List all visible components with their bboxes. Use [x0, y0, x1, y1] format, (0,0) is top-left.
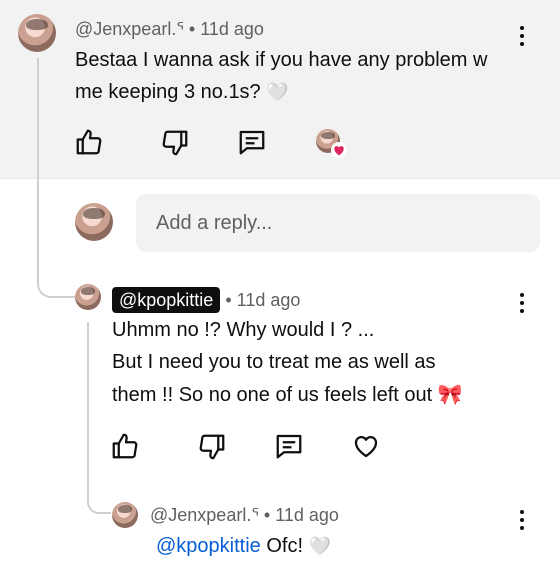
reply-placeholder: Add a reply...	[156, 212, 273, 234]
creator-username-badge[interactable]: @kpopkittie	[112, 287, 221, 313]
username[interactable]: @Jenxpearl.ᕐ	[150, 505, 259, 525]
white-heart-emoji: 🤍	[266, 82, 289, 103]
reply-line: But I need you to treat me as well as	[112, 351, 436, 373]
more-options-icon[interactable]	[510, 24, 534, 48]
reply-text: Uhmm no !? Why would I ? ... But I need …	[112, 314, 463, 411]
timestamp: 11d ago	[200, 19, 264, 39]
mention-link[interactable]: @kpopkittie	[156, 535, 261, 557]
reply-text: @kpopkittie Ofc! 🤍	[156, 535, 332, 557]
comment-line: me keeping 3 no.1s? 🤍	[75, 81, 289, 103]
thread-line	[37, 58, 39, 284]
separator: •	[188, 19, 196, 39]
avatar[interactable]	[112, 502, 138, 528]
dislike-icon[interactable]	[160, 128, 190, 158]
timestamp: 11d ago	[236, 290, 301, 310]
heart-icon[interactable]	[351, 431, 381, 461]
like-icon[interactable]	[74, 127, 104, 157]
ribbon-emoji: 🎀	[437, 382, 463, 406]
avatar[interactable]	[18, 14, 56, 52]
comment-text: Bestaa I wanna ask if you have any probl…	[75, 44, 487, 109]
timestamp: 11d ago	[275, 505, 339, 525]
reply-input[interactable]: Add a reply...	[136, 194, 540, 252]
reply-meta: @Jenxpearl.ᕐ • 11d ago	[150, 505, 339, 526]
more-options-icon[interactable]	[510, 508, 534, 532]
reply-line: them !! So no one of us feels left out 🎀	[112, 382, 463, 406]
dislike-icon[interactable]	[197, 432, 227, 462]
reply-meta: @kpopkittie • 11d ago	[112, 287, 300, 313]
like-icon[interactable]	[110, 431, 140, 461]
thread-line	[87, 322, 89, 492]
avatar[interactable]	[75, 284, 101, 310]
heart-badge-icon	[331, 142, 347, 158]
current-user-avatar	[75, 203, 113, 241]
thread-line-curve	[87, 480, 111, 514]
reply-icon[interactable]	[274, 431, 304, 461]
section-divider	[0, 178, 560, 179]
white-heart-emoji: 🤍	[308, 536, 332, 557]
more-options-icon[interactable]	[510, 291, 534, 315]
reply-line: Uhmm no !? Why would I ? ...	[112, 319, 375, 341]
comment-meta: @Jenxpearl.ᕐ • 11d ago	[75, 19, 264, 40]
separator: •	[225, 290, 232, 310]
username[interactable]: @Jenxpearl.ᕐ	[75, 19, 184, 39]
reply-icon[interactable]	[237, 127, 267, 157]
separator: •	[263, 505, 271, 525]
comment-line: Bestaa I wanna ask if you have any probl…	[75, 49, 488, 71]
thread-line-curve	[37, 262, 75, 298]
